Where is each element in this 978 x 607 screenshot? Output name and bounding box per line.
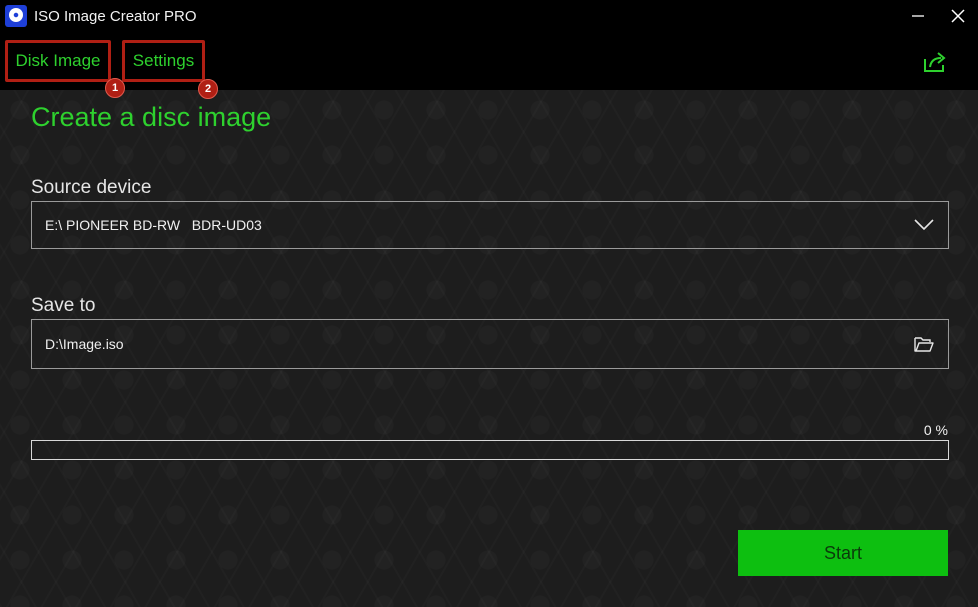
source-device-select[interactable]: E:\ PIONEER BD-RW BDR-UD03 [31,201,949,249]
progress-percent: 0 % [923,422,948,438]
annotation-badge: 2 [198,79,218,99]
minimize-icon [912,15,924,17]
tab-disk-image[interactable]: Disk Image [5,40,111,82]
share-icon [924,52,946,72]
menu-bar: Disk Image Settings 1 2 [0,32,978,99]
close-icon [951,9,965,23]
progress-bar [31,440,949,460]
start-button[interactable]: Start [738,530,948,576]
title-bar: ISO Image Creator PRO [0,0,978,32]
save-to-label: Save to [31,295,96,316]
tab-settings[interactable]: Settings [122,40,205,82]
chevron-down-icon[interactable] [914,219,934,231]
page-title: Create a disc image [31,102,272,132]
minimize-button[interactable] [898,0,938,32]
share-button[interactable] [922,50,948,74]
save-to-field[interactable]: D:\Image.iso [31,319,949,369]
source-device-label: Source device [31,177,152,198]
annotation-badge: 1 [105,78,125,98]
folder-open-icon[interactable] [914,336,934,352]
source-device-value: E:\ PIONEER BD-RW BDR-UD03 [45,217,262,233]
save-path-value: D:\Image.iso [45,336,124,352]
window-controls [898,0,978,32]
app-window: ISO Image Creator PRO Disk Image Setting… [0,0,978,607]
close-button[interactable] [938,0,978,32]
app-title: ISO Image Creator PRO [34,7,197,25]
disc-icon [5,5,27,27]
